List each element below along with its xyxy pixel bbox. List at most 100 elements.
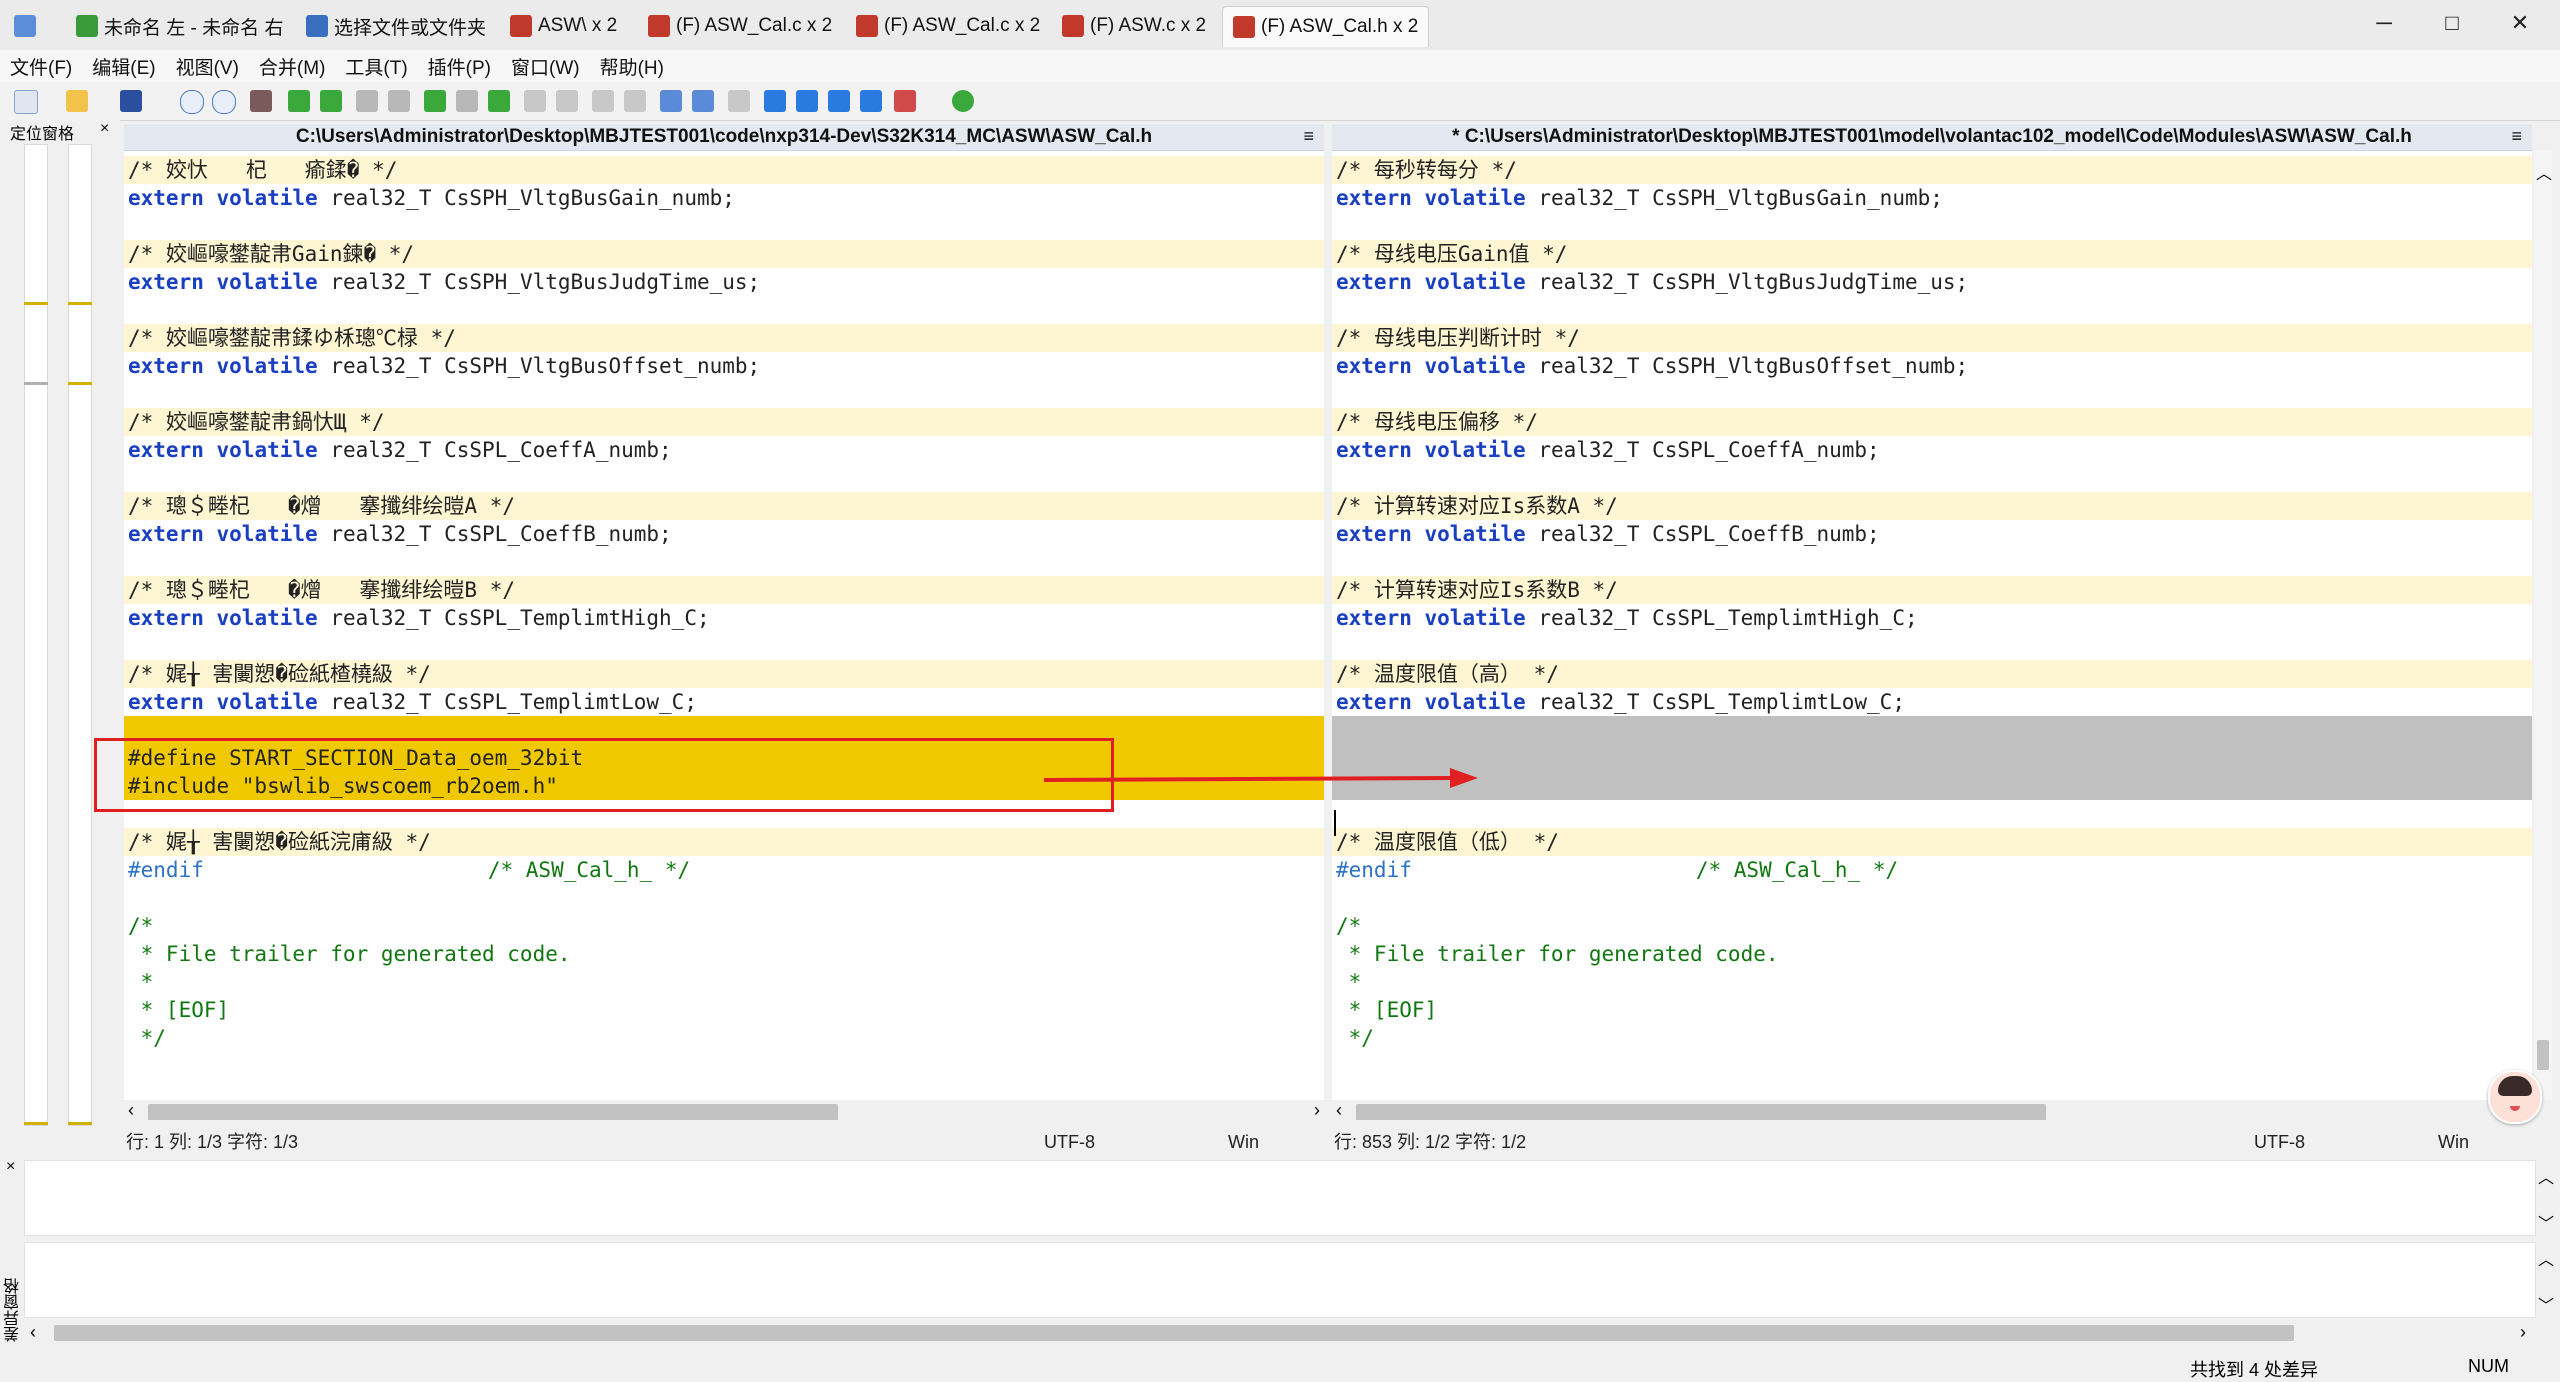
next-diff-icon[interactable] — [288, 90, 310, 112]
blank-line[interactable] — [1332, 632, 2532, 660]
comment-line[interactable]: /* 姣嶇嚎鐢靛帇鍒ゆ柇璁℃椂 */ — [124, 324, 1324, 352]
current-diff-icon[interactable] — [456, 90, 478, 112]
scroll-right-icon[interactable]: › — [1314, 1100, 1320, 1120]
diff-pane-close-icon[interactable]: × — [6, 1158, 15, 1176]
comment-line[interactable]: /* 计算转速对应Is系数A */ — [1332, 492, 2532, 520]
comment-line[interactable]: /* 温度限值（低） */ — [1332, 828, 2532, 856]
declaration-line[interactable]: extern volatile real32_T CsSPL_CoeffB_nu… — [124, 520, 1324, 548]
redo-icon[interactable] — [212, 90, 236, 114]
missing-line[interactable] — [1332, 744, 2532, 772]
blank-line[interactable] — [1332, 296, 2532, 324]
right-pane-menu-icon[interactable]: ≡ — [2511, 126, 2522, 147]
tab-3[interactable]: (F) ASW_Cal.c x 2 — [648, 6, 832, 46]
close-button[interactable]: ✕ — [2500, 10, 2540, 36]
jump-prev-icon[interactable] — [764, 90, 786, 112]
trailer-comment-line[interactable]: /* — [1332, 912, 2532, 940]
blank-line[interactable] — [1332, 884, 2532, 912]
declaration-line[interactable]: extern volatile real32_T CsSPH_VltgBusJu… — [1332, 268, 2532, 296]
declaration-line[interactable]: extern volatile real32_T CsSPH_VltgBusJu… — [124, 268, 1324, 296]
diff-h-scroll-thumb[interactable] — [54, 1325, 2294, 1341]
declaration-line[interactable]: extern volatile real32_T CsSPL_TemplimtL… — [124, 688, 1324, 716]
diff-h-scrollbar[interactable]: ‹ › — [24, 1322, 2534, 1344]
trailer-comment-line[interactable]: */ — [124, 1024, 1324, 1052]
locator-left-bar[interactable] — [24, 144, 48, 1126]
blank-line[interactable] — [124, 884, 1324, 912]
menu-plugins[interactable]: 插件(P) — [418, 53, 501, 80]
print-icon[interactable] — [250, 90, 272, 112]
copy-right-icon[interactable] — [524, 90, 546, 112]
tab-4[interactable]: (F) ASW_Cal.c x 2 — [856, 6, 1040, 46]
all-diff-icon[interactable] — [424, 90, 446, 112]
prev-conflict-icon[interactable] — [488, 90, 510, 112]
copy-left-icon[interactable] — [556, 90, 578, 112]
tab-1[interactable]: 选择文件或文件夹 — [306, 6, 486, 46]
declaration-line[interactable]: extern volatile real32_T CsSPH_VltgBusOf… — [124, 352, 1324, 380]
refresh-icon[interactable] — [952, 90, 974, 112]
tab-0[interactable]: 未命名 左 - 未命名 右 — [76, 6, 283, 46]
undo-icon[interactable] — [180, 90, 204, 114]
trailer-comment-line[interactable]: * File trailer for generated code. — [1332, 940, 2532, 968]
endif-line[interactable]: #endif /* ASW_Cal_h_ */ — [124, 856, 1324, 884]
tab-6[interactable]: (F) ASW_Cal.h x 2 — [1222, 6, 1430, 47]
scroll-left-icon[interactable]: ‹ — [128, 1100, 134, 1120]
tab-5[interactable]: (F) ASW.c x 2 — [1062, 6, 1206, 46]
trailer-comment-line[interactable]: * [EOF] — [124, 996, 1324, 1024]
trailer-comment-line[interactable]: */ — [1332, 1024, 2532, 1052]
right-file-pane[interactable]: * C:\Users\Administrator\Desktop\MBJTEST… — [1332, 124, 2532, 1120]
declaration-line[interactable]: extern volatile real32_T CsSPL_TemplimtL… — [1332, 688, 2532, 716]
blank-line[interactable] — [1332, 464, 2532, 492]
declaration-line[interactable]: extern volatile real32_T CsSPH_VltgBusGa… — [124, 184, 1324, 212]
comment-line[interactable]: /* 娓╁ 害闄愬�硷紙楂橈級 */ — [124, 660, 1324, 688]
diff-scroll-down-icon[interactable]: ﹀ — [2538, 1292, 2554, 1316]
left-file-pane[interactable]: C:\Users\Administrator\Desktop\MBJTEST00… — [124, 124, 1324, 1120]
locator-right-bar[interactable] — [68, 144, 92, 1126]
copy-left-advance-icon[interactable] — [624, 90, 646, 112]
locator-close-icon[interactable]: × — [100, 120, 109, 138]
diff-line-bottom[interactable] — [24, 1242, 2536, 1318]
comment-line[interactable]: /* 计算转速对应Is系数B */ — [1332, 576, 2532, 604]
options-icon[interactable] — [894, 90, 916, 112]
diff-line-top[interactable] — [24, 1160, 2536, 1236]
blank-line[interactable] — [1332, 212, 2532, 240]
declaration-line[interactable]: extern volatile real32_T CsSPL_TemplimtH… — [124, 604, 1324, 632]
right-h-scroll-thumb[interactable] — [1356, 1104, 2046, 1120]
all-right-icon[interactable] — [660, 90, 682, 112]
menu-view[interactable]: 视图(V) — [166, 53, 249, 80]
missing-line[interactable] — [1332, 772, 2532, 800]
trailer-comment-line[interactable]: * File trailer for generated code. — [124, 940, 1324, 968]
sync-icon[interactable] — [728, 90, 750, 112]
trailer-comment-line[interactable]: * — [124, 968, 1324, 996]
save-icon[interactable] — [120, 90, 142, 112]
scroll-left-icon[interactable]: ‹ — [1336, 1100, 1342, 1120]
scroll-left-icon[interactable]: ‹ — [30, 1322, 36, 1343]
comment-line[interactable]: /* 姣嶇嚎鐢靛帇Gain鍊� */ — [124, 240, 1324, 268]
comment-line[interactable]: /* 温度限值（高） */ — [1332, 660, 2532, 688]
menu-file[interactable]: 文件(F) — [0, 53, 82, 80]
comment-line[interactable]: /* 璁＄畻杞 �熷 搴攕绯绘暟A */ — [124, 492, 1324, 520]
jump-next-icon[interactable] — [796, 90, 818, 112]
declaration-line[interactable]: extern volatile real32_T CsSPH_VltgBusGa… — [1332, 184, 2532, 212]
menu-window[interactable]: 窗口(W) — [501, 53, 590, 80]
declaration-line[interactable]: extern volatile real32_T CsSPL_TemplimtH… — [1332, 604, 2532, 632]
comment-line[interactable]: /* 娓╁ 害闄愬�硷紙浣庯級 */ — [124, 828, 1324, 856]
comment-line[interactable]: /* 每秒转每分 */ — [1332, 156, 2532, 184]
diff-scroll-up-icon[interactable]: ︿ — [2538, 1246, 2554, 1270]
copy-right-advance-icon[interactable] — [592, 90, 614, 112]
menu-edit[interactable]: 编辑(E) — [82, 53, 165, 80]
left-pane-menu-icon[interactable]: ≡ — [1303, 126, 1314, 147]
maximize-button[interactable]: □ — [2432, 10, 2472, 36]
minimize-button[interactable]: ─ — [2364, 10, 2404, 36]
blank-line[interactable] — [124, 548, 1324, 576]
open-icon[interactable] — [66, 90, 88, 112]
declaration-line[interactable]: extern volatile real32_T CsSPL_CoeffB_nu… — [1332, 520, 2532, 548]
first-diff-icon[interactable] — [356, 90, 378, 112]
blank-line[interactable] — [124, 212, 1324, 240]
prev-diff-icon[interactable] — [320, 90, 342, 112]
comment-line[interactable]: /* 母线电压偏移 */ — [1332, 408, 2532, 436]
scroll-right-icon[interactable]: › — [2520, 1322, 2526, 1343]
tab-2[interactable]: ASW\ x 2 — [510, 6, 617, 46]
declaration-line[interactable]: extern volatile real32_T CsSPL_CoeffA_nu… — [1332, 436, 2532, 464]
jump-right-icon[interactable] — [860, 90, 882, 112]
comment-line[interactable]: /* 姣嶇嚎鐢靛帇鍋忕Щ */ — [124, 408, 1324, 436]
last-diff-icon[interactable] — [388, 90, 410, 112]
